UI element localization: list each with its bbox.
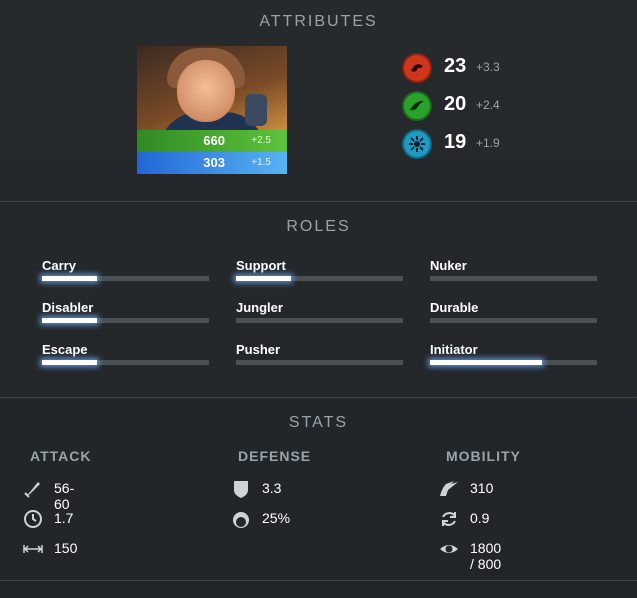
role-track (236, 276, 403, 281)
agility-icon (402, 91, 432, 121)
role-label: Jungler (236, 300, 283, 315)
role-initiator: Initiator (430, 342, 597, 366)
magic-resist-icon (233, 512, 249, 528)
role-carry: Carry (42, 258, 209, 282)
role-track (42, 276, 209, 281)
role-track (430, 318, 597, 323)
attack-time-value: 1.7 (54, 510, 74, 526)
role-escape: Escape (42, 342, 209, 366)
strength-value: 23 (444, 55, 467, 77)
role-track (42, 318, 209, 323)
hero-portrait: 660 +2.5 303 +1.5 (137, 46, 287, 174)
stats-title: STATS (288, 414, 349, 431)
attack-range-value: 150 (54, 540, 78, 556)
role-jungler: Jungler (236, 300, 403, 324)
role-support: Support (236, 258, 403, 282)
role-track (430, 360, 597, 365)
roles-title: ROLES (286, 218, 351, 235)
divider-roles (0, 397, 637, 398)
role-label: Pusher (236, 342, 281, 357)
role-label: Support (236, 258, 286, 273)
role-disabler: Disabler (42, 300, 209, 324)
portrait-face (177, 60, 235, 122)
strength-icon (402, 53, 432, 83)
role-track (236, 360, 403, 365)
magic-resist-value: 25% (262, 510, 291, 526)
divider-attributes (0, 201, 637, 202)
vision-icon (440, 545, 458, 553)
turn-rate-value: 0.9 (470, 510, 490, 526)
role-label: Escape (42, 342, 88, 357)
role-nuker: Nuker (430, 258, 597, 282)
attack-range-icon (23, 545, 43, 553)
role-label: Carry (42, 258, 76, 273)
defense-heading: DEFENSE (238, 448, 312, 464)
armor-value: 3.3 (262, 480, 282, 496)
attack-heading: ATTACK (30, 448, 92, 464)
mobility-heading: MOBILITY (446, 448, 521, 464)
role-fill (42, 318, 98, 323)
move-speed-value: 310 (470, 480, 494, 496)
move-speed-icon (440, 481, 458, 496)
hero-attributes-panel: ATTRIBUTES 660 +2.5 303 +1.5 23 +3.3 20 … (0, 0, 637, 598)
role-fill (42, 276, 98, 281)
role-label: Nuker (430, 258, 467, 273)
health-value: 660 (203, 133, 225, 148)
agility-gain: +2.4 (476, 98, 500, 112)
mana-regen: +1.5 (251, 157, 271, 168)
mana-bar: 303 +1.5 (137, 152, 287, 174)
attack-time-icon (24, 510, 42, 528)
intelligence-icon (402, 129, 432, 159)
turn-rate-icon (442, 512, 456, 526)
strength-gain: +3.3 (476, 60, 500, 74)
mana-value: 303 (203, 155, 225, 170)
attributes-title: ATTRIBUTES (259, 13, 378, 30)
intelligence-gain: +1.9 (476, 136, 500, 150)
agility-value: 20 (444, 93, 467, 115)
role-pusher: Pusher (236, 342, 403, 366)
role-label: Disabler (42, 300, 94, 315)
role-track (236, 318, 403, 323)
role-fill (236, 276, 292, 281)
role-fill (430, 360, 542, 365)
health-regen: +2.5 (251, 135, 271, 146)
role-track (42, 360, 209, 365)
damage-icon (24, 482, 40, 498)
role-durable: Durable (430, 300, 597, 324)
attack-damage-value: 56-60 (54, 480, 75, 512)
health-bar: 660 +2.5 (137, 130, 287, 152)
intelligence-value: 19 (444, 131, 467, 153)
role-label: Initiator (430, 342, 478, 357)
role-fill (42, 360, 98, 365)
armor-icon (234, 481, 248, 498)
role-label: Durable (430, 300, 479, 315)
divider-bottom (0, 580, 637, 581)
role-track (430, 276, 597, 281)
vision-value: 1800 / 800 (470, 540, 502, 572)
portrait-scope (245, 94, 267, 126)
